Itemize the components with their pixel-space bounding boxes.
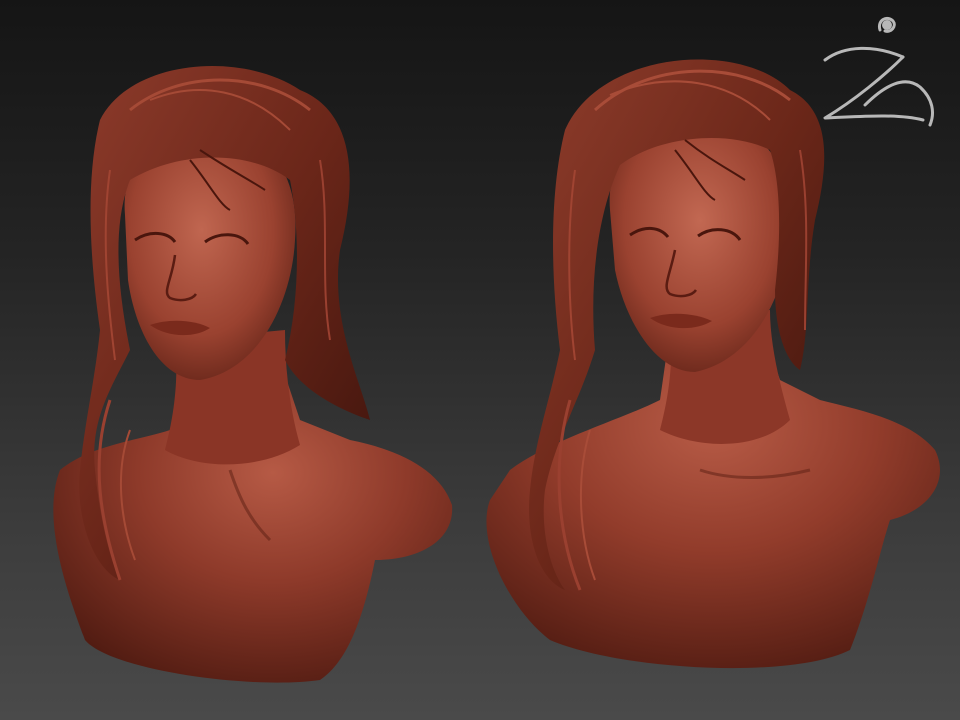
zbrush-logo-icon (823, 16, 934, 127)
zbrush-logo (805, 15, 945, 133)
clay-bust-female-icon (53, 66, 453, 683)
sculpt-viewport[interactable] (0, 0, 960, 720)
clay-bust-left[interactable] (0, 0, 480, 720)
